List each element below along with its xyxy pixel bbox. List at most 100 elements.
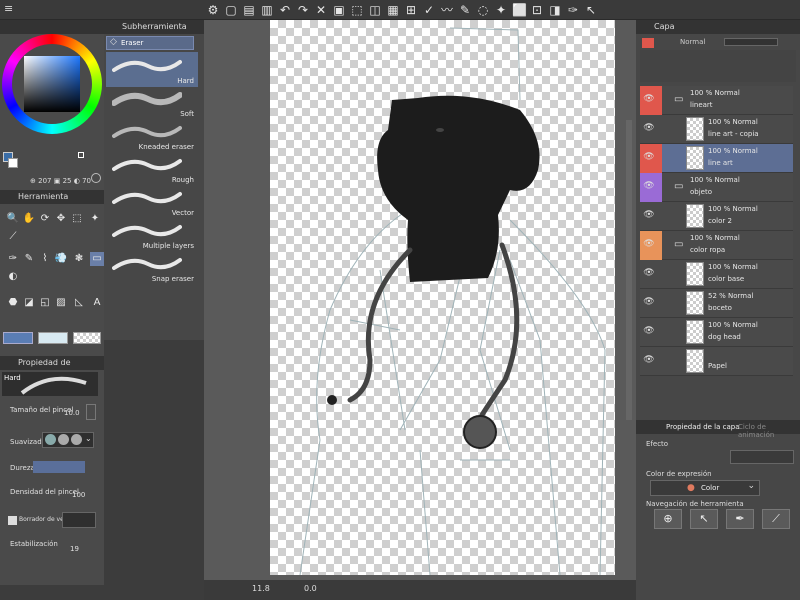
- rule-icon[interactable]: ◺: [72, 296, 86, 310]
- fill-icon[interactable]: ⬣: [6, 296, 20, 310]
- undo-icon[interactable]: ↶: [278, 3, 292, 17]
- brush-size-value[interactable]: 10.0: [64, 409, 80, 417]
- brightness-value[interactable]: 70: [82, 177, 91, 185]
- hand-icon[interactable]: ✋: [22, 212, 36, 226]
- open-icon[interactable]: ▤: [242, 3, 256, 17]
- brush-item[interactable]: Kneaded eraser: [106, 118, 198, 153]
- layer-row[interactable]: 👁 ▭ 100 % Normal lineart: [640, 86, 793, 115]
- select-all-icon[interactable]: ⬜: [512, 3, 527, 17]
- wheel-hue-marker[interactable]: [78, 152, 84, 158]
- hue-value[interactable]: 207: [38, 177, 51, 185]
- visibility-eye-icon[interactable]: 👁: [643, 239, 655, 251]
- visibility-eye-icon[interactable]: 👁: [643, 181, 655, 193]
- transform-icon[interactable]: ⬚: [350, 3, 364, 17]
- pen-icon[interactable]: ✑: [6, 252, 20, 266]
- magic-wand-icon[interactable]: ✦: [88, 212, 102, 226]
- figure-icon[interactable]: ◱: [38, 296, 52, 310]
- zoom-value[interactable]: 11.8: [252, 584, 270, 593]
- brush-item[interactable]: Multiple layers: [106, 217, 198, 252]
- layer-color-swatch[interactable]: [642, 38, 654, 48]
- tab-animation-cycle[interactable]: Ciclo de animación: [738, 423, 800, 439]
- nav-move-button[interactable]: ↖: [690, 509, 718, 529]
- visibility-eye-icon[interactable]: 👁: [643, 268, 655, 280]
- visibility-eye-icon[interactable]: 👁: [643, 326, 655, 338]
- new-icon[interactable]: ▢: [224, 3, 238, 17]
- main-color-chip[interactable]: [3, 332, 33, 344]
- vector-eraser-dropdown[interactable]: [62, 512, 96, 528]
- tab-layer-property[interactable]: Propiedad de la capa: [666, 423, 740, 431]
- layer-row[interactable]: 👁 100 % Normal color 2: [640, 202, 793, 231]
- eyedropper-icon[interactable]: ⟋: [6, 230, 20, 244]
- layer-row[interactable]: 👁 100 % Normal dog head: [640, 318, 793, 347]
- visibility-eye-icon[interactable]: 👁: [643, 210, 655, 222]
- lasso-icon[interactable]: ◌: [476, 3, 490, 17]
- blend-icon[interactable]: ◐: [6, 270, 20, 284]
- angle-value[interactable]: 0.0: [304, 584, 317, 593]
- pencil-icon[interactable]: ✎: [22, 252, 36, 266]
- zoom-icon[interactable]: 🔍: [6, 212, 20, 226]
- vertical-scrollbar[interactable]: [626, 120, 632, 420]
- airbrush-icon[interactable]: 💨: [54, 252, 68, 266]
- effect-buttons[interactable]: [730, 450, 794, 464]
- smoothing-options[interactable]: ⌄: [42, 432, 94, 448]
- smoothing-dropdown-icon[interactable]: ⌄: [85, 434, 92, 443]
- brush-item[interactable]: Vector: [106, 184, 198, 219]
- color-settings-icon[interactable]: [91, 173, 101, 183]
- visibility-eye-icon[interactable]: 👁: [643, 94, 655, 106]
- brush-icon[interactable]: ✎: [458, 3, 472, 17]
- text-icon[interactable]: A: [90, 296, 104, 310]
- blend-mode-dropdown[interactable]: Normal: [680, 38, 720, 46]
- visibility-eye-icon[interactable]: 👁: [643, 123, 655, 135]
- app-icon[interactable]: ⚙: [206, 3, 220, 17]
- nav-layer-select-button[interactable]: ⊕: [654, 509, 682, 529]
- deselect-icon[interactable]: ⊡: [530, 3, 544, 17]
- fill-icon[interactable]: ▣: [332, 3, 346, 17]
- brush-item[interactable]: Hard: [106, 52, 198, 87]
- selection-icon[interactable]: ◫: [368, 3, 382, 17]
- line-icon[interactable]: ✓: [422, 3, 436, 17]
- eraser-icon[interactable]: ▭: [90, 252, 104, 266]
- layer-row[interactable]: 👁 ▭ 100 % Normal color ropa: [640, 231, 793, 260]
- density-value[interactable]: 100: [72, 491, 85, 499]
- select-icon[interactable]: ⬚: [70, 212, 84, 226]
- hardness-options[interactable]: [33, 461, 85, 473]
- frame-icon[interactable]: ▨: [54, 296, 68, 310]
- gradient-icon[interactable]: ◪: [22, 296, 36, 310]
- layer-row[interactable]: 👁 Papel: [640, 347, 793, 376]
- rotate-icon[interactable]: ⟳: [38, 212, 52, 226]
- layer-row[interactable]: 👁 52 % Normal boceto: [640, 289, 793, 318]
- curve-icon[interactable]: 〰: [440, 3, 454, 17]
- visibility-eye-icon[interactable]: 👁: [643, 297, 655, 309]
- nav-line-button[interactable]: ⟋: [762, 509, 790, 529]
- clear-icon[interactable]: ✕: [314, 3, 328, 17]
- move-icon[interactable]: ↖: [584, 3, 598, 17]
- sub-color-swatch[interactable]: [8, 158, 18, 168]
- layer-row[interactable]: 👁 100 % Normal color base: [640, 260, 793, 289]
- sub-color-chip[interactable]: [38, 332, 68, 344]
- stabilization-value[interactable]: 19: [70, 545, 79, 553]
- brush-item[interactable]: Soft: [106, 85, 198, 120]
- menu-icon[interactable]: ≡: [4, 2, 18, 16]
- save-icon[interactable]: ▥: [260, 3, 274, 17]
- subtool-group-tab[interactable]: ◇ Eraser: [106, 36, 194, 50]
- layer-panel-tab[interactable]: Capa: [636, 20, 800, 34]
- brush-size-stepper[interactable]: [86, 404, 96, 420]
- move-icon[interactable]: ✥: [54, 212, 68, 226]
- saturation-value[interactable]: 25: [63, 177, 72, 185]
- brush-icon[interactable]: ⌇: [38, 252, 52, 266]
- vector-eraser-checkbox[interactable]: [8, 516, 17, 525]
- decoration-icon[interactable]: ❃: [72, 252, 86, 266]
- layer-row[interactable]: 👁 ▭ 100 % Normal objeto: [640, 173, 793, 202]
- brush-item[interactable]: Rough: [106, 151, 198, 186]
- invert-icon[interactable]: ◨: [548, 3, 562, 17]
- layer-row[interactable]: 👁 100 % Normal line art: [640, 144, 793, 173]
- layer-row[interactable]: 👁 100 % Normal line art - copia: [640, 115, 793, 144]
- transparent-color-chip[interactable]: [73, 332, 101, 344]
- visibility-eye-icon[interactable]: 👁: [643, 152, 655, 164]
- wand-icon[interactable]: ✦: [494, 3, 508, 17]
- pen-icon[interactable]: ✑: [566, 3, 580, 17]
- visibility-eye-icon[interactable]: 👁: [643, 355, 655, 367]
- brush-item[interactable]: Snap eraser: [106, 250, 198, 285]
- ruler-icon[interactable]: ▦: [386, 3, 400, 17]
- redo-icon[interactable]: ↷: [296, 3, 310, 17]
